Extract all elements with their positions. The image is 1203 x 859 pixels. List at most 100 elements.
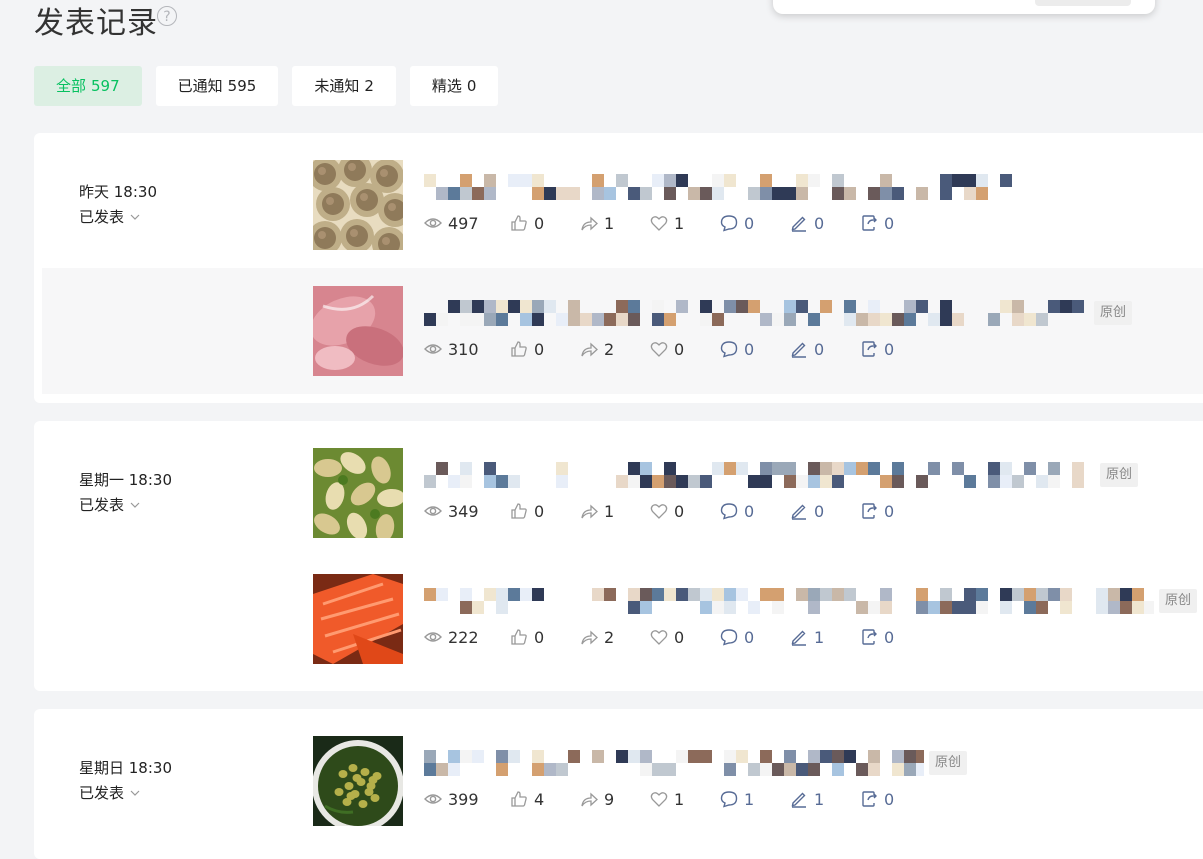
mosaic-pixel bbox=[1132, 588, 1144, 601]
mosaic-pixel bbox=[868, 462, 880, 475]
article-title[interactable] bbox=[424, 586, 1154, 616]
mosaic-pixel bbox=[460, 187, 472, 200]
filter-label: 已通知 bbox=[177, 77, 223, 95]
mosaic-pixel bbox=[676, 475, 688, 488]
mosaic-pixel bbox=[1000, 588, 1012, 601]
stat-value: 0 bbox=[744, 501, 755, 521]
mosaic-pixel bbox=[892, 475, 904, 488]
mosaic-pixel bbox=[676, 300, 688, 313]
mosaic-pixel bbox=[712, 187, 724, 200]
mosaic-pixel bbox=[880, 174, 892, 187]
mosaic-pixel bbox=[772, 462, 784, 475]
article-title[interactable] bbox=[424, 460, 1084, 490]
mosaic-pixel bbox=[592, 187, 604, 200]
mosaic-pixel bbox=[832, 174, 844, 187]
stat-shares: 2 bbox=[580, 338, 650, 360]
food-soybean-soup-photo bbox=[313, 736, 403, 826]
mosaic-pixel bbox=[448, 763, 460, 776]
mosaic-pixel bbox=[484, 313, 496, 326]
mosaic-pixel bbox=[880, 187, 892, 200]
mosaic-pixel bbox=[880, 601, 892, 614]
mosaic-pixel bbox=[940, 300, 952, 313]
mosaic-pixel bbox=[784, 187, 796, 200]
filter-featured-tab[interactable]: 精选 0 bbox=[409, 66, 499, 106]
article-item[interactable]: 原创 399 4 9 1 1 1 0 bbox=[34, 718, 1203, 844]
stat-value: 4 bbox=[534, 789, 545, 809]
mosaic-pixel bbox=[832, 750, 844, 763]
mosaic-pixel bbox=[1144, 601, 1154, 614]
mosaic-pixel bbox=[712, 313, 724, 326]
filter-unnotified-tab[interactable]: 未通知 2 bbox=[292, 66, 396, 106]
article-thumbnail[interactable] bbox=[313, 448, 403, 538]
publish-group: 昨天 18:30 已发表 497 0 1 1 0 0 0 原创 310 0 2 0 0 0 0 bbox=[34, 133, 1203, 403]
mosaic-pixel bbox=[616, 174, 628, 187]
mosaic-pixel bbox=[916, 763, 924, 776]
stat-views: 310 bbox=[424, 338, 510, 360]
mosaic-pixel bbox=[772, 601, 784, 614]
article-title[interactable] bbox=[424, 172, 1014, 202]
mosaic-pixel bbox=[880, 588, 892, 601]
mosaic-pixel bbox=[688, 750, 700, 763]
mosaic-pixel bbox=[508, 174, 520, 187]
filter-all-tab[interactable]: 全部 597 bbox=[34, 66, 142, 106]
article-stats: 222 0 2 0 0 1 0 bbox=[424, 626, 920, 648]
eye-icon bbox=[424, 344, 442, 354]
stat-value: 0 bbox=[884, 501, 895, 521]
mosaic-pixel bbox=[880, 313, 892, 326]
share-arrow-icon bbox=[581, 630, 598, 645]
stat-shares: 2 bbox=[580, 626, 650, 648]
mosaic-pixel bbox=[976, 187, 988, 200]
page-title: 发表记录 bbox=[34, 6, 158, 41]
mosaic-pixel bbox=[1048, 475, 1060, 488]
mosaic-pixel bbox=[856, 462, 868, 475]
help-icon[interactable]: ? bbox=[157, 6, 177, 26]
mosaic-pixel bbox=[772, 763, 784, 776]
article-title[interactable] bbox=[424, 298, 1084, 328]
mosaic-pixel bbox=[820, 750, 832, 763]
filter-notified-tab[interactable]: 已通知 595 bbox=[155, 66, 279, 106]
mosaic-pixel bbox=[1072, 300, 1084, 313]
popover-button[interactable] bbox=[1035, 0, 1131, 6]
stat-value: 497 bbox=[448, 213, 479, 233]
mosaic-pixel bbox=[952, 462, 964, 475]
mosaic-pixel bbox=[736, 462, 748, 475]
mosaic-pixel bbox=[1000, 601, 1012, 614]
mosaic-pixel bbox=[664, 313, 676, 326]
mosaic-pixel bbox=[700, 300, 712, 313]
mosaic-pixel bbox=[628, 462, 640, 475]
food-raw-meat-photo bbox=[313, 286, 403, 376]
mosaic-pixel bbox=[1024, 313, 1036, 326]
mosaic-pixel bbox=[568, 750, 580, 763]
stat-reposts: 0 bbox=[860, 788, 920, 810]
mosaic-pixel bbox=[508, 300, 520, 313]
article-item[interactable]: 原创 349 0 1 0 0 0 0 bbox=[34, 430, 1203, 556]
mosaic-pixel bbox=[772, 588, 784, 601]
article-item[interactable]: 497 0 1 1 0 0 0 bbox=[34, 142, 1203, 268]
article-item[interactable]: 原创 222 0 2 0 0 1 0 bbox=[34, 556, 1203, 682]
mosaic-pixel bbox=[1096, 588, 1108, 601]
filter-count: 595 bbox=[227, 77, 257, 95]
article-item[interactable]: 原创 310 0 2 0 0 0 0 bbox=[42, 268, 1203, 394]
mosaic-pixel bbox=[676, 750, 688, 763]
article-thumbnail[interactable] bbox=[313, 160, 403, 250]
article-thumbnail[interactable] bbox=[313, 574, 403, 664]
stat-views: 497 bbox=[424, 212, 510, 234]
stat-wows: 0 bbox=[650, 626, 720, 648]
heart-icon bbox=[650, 504, 668, 519]
article-thumbnail[interactable] bbox=[313, 286, 403, 376]
stat-value: 1 bbox=[744, 789, 755, 809]
stat-reposts: 0 bbox=[860, 626, 920, 648]
mosaic-pixel bbox=[964, 475, 976, 488]
stat-reposts: 0 bbox=[860, 338, 920, 360]
mosaic-pixel bbox=[652, 588, 664, 601]
stat-value: 0 bbox=[744, 213, 755, 233]
mosaic-pixel bbox=[592, 174, 604, 187]
article-title[interactable] bbox=[424, 748, 924, 778]
stat-value: 1 bbox=[814, 627, 825, 647]
stat-comments: 1 bbox=[720, 788, 790, 810]
stat-views: 222 bbox=[424, 626, 510, 648]
mosaic-pixel bbox=[796, 187, 808, 200]
mosaic-pixel bbox=[808, 601, 820, 614]
original-tag: 原创 bbox=[1159, 589, 1198, 613]
article-thumbnail[interactable] bbox=[313, 736, 403, 826]
